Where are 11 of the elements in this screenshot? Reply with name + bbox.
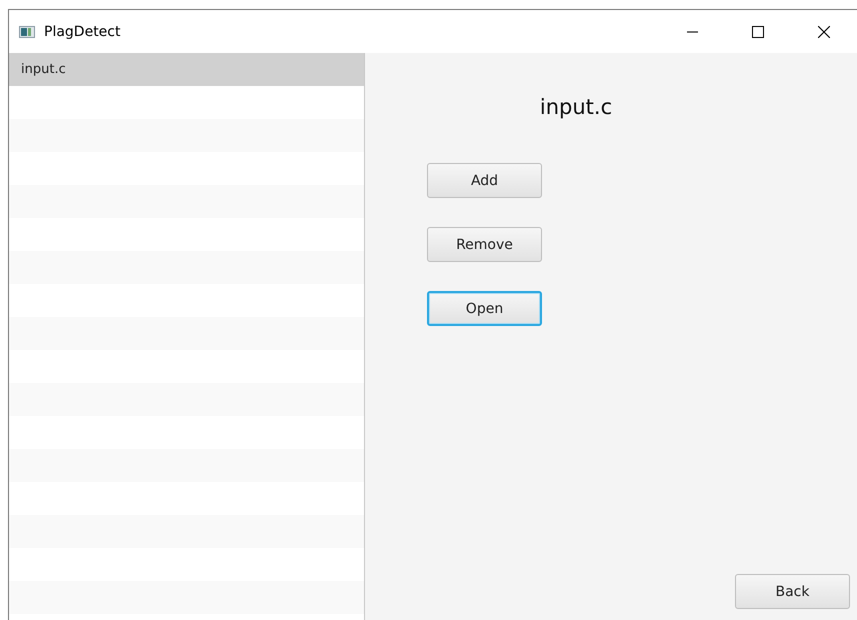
action-button[interactable]: Remove (427, 227, 542, 262)
window-title: PlagDetect (44, 24, 120, 40)
minimize-icon (686, 30, 698, 32)
maximize-icon (752, 26, 764, 38)
action-button[interactable]: Open (427, 291, 542, 326)
file-list-item[interactable]: input.c (9, 53, 364, 86)
action-button[interactable]: Add (427, 163, 542, 198)
app-icon (19, 26, 35, 38)
close-icon (818, 26, 830, 38)
back-button[interactable]: Back (735, 574, 850, 609)
file-title: input.c (540, 95, 612, 119)
